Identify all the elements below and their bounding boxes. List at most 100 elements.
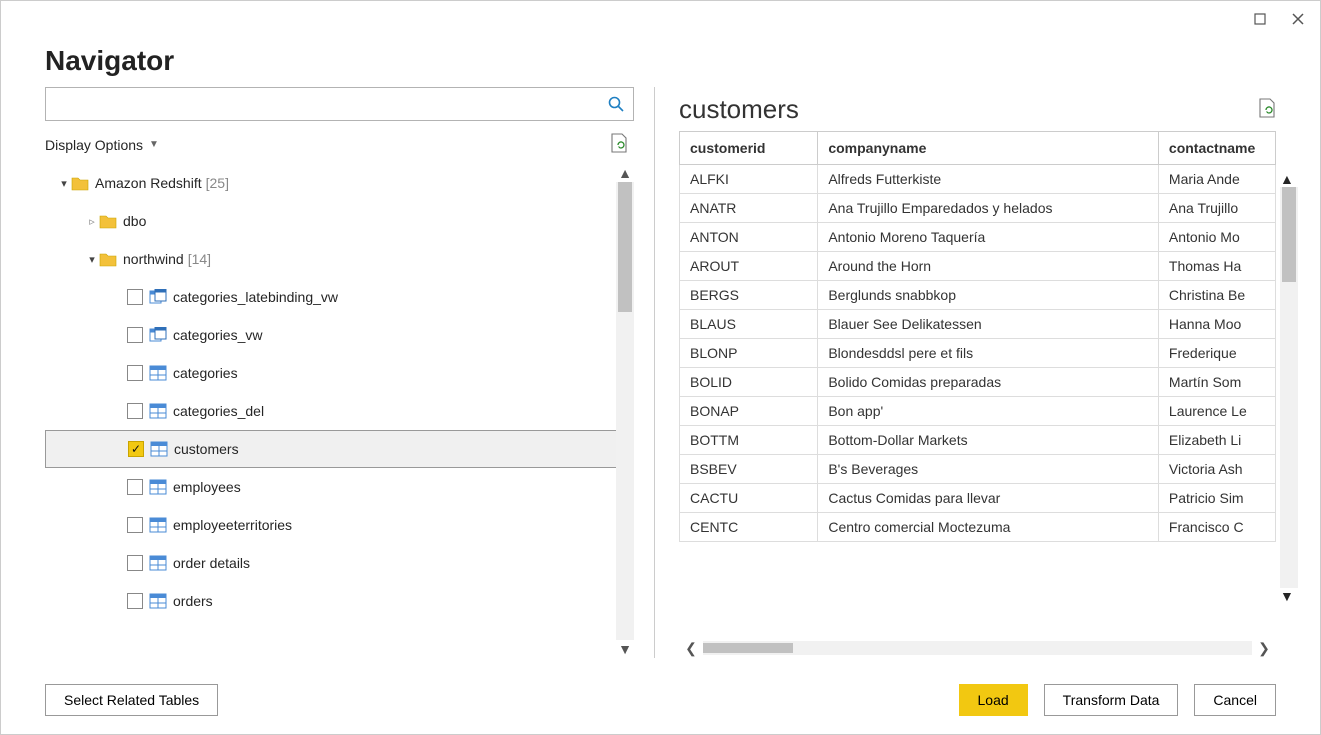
search-icon bbox=[607, 95, 625, 113]
transform-data-button[interactable]: Transform Data bbox=[1044, 684, 1179, 716]
scroll-down-icon[interactable]: ▼ bbox=[1280, 588, 1298, 604]
preview-hscroll[interactable]: ❮ ❯ bbox=[679, 638, 1276, 658]
table-cell: ANATR bbox=[680, 194, 818, 223]
folder-icon bbox=[71, 174, 89, 192]
tree-item-count: [25] bbox=[206, 175, 229, 191]
page-refresh-icon bbox=[610, 133, 628, 153]
checkbox[interactable] bbox=[127, 593, 143, 609]
tree-item-label: dbo bbox=[123, 213, 146, 229]
preview-vscroll[interactable]: ▲ ▼ bbox=[1280, 171, 1298, 604]
preview-pane: customers customeridcompanynamecontactna… bbox=[655, 87, 1276, 658]
table-row[interactable]: ANATRAna Trujillo Emparedados y heladosA… bbox=[680, 194, 1276, 223]
search-button[interactable] bbox=[599, 88, 633, 120]
scroll-up-icon[interactable]: ▲ bbox=[1280, 171, 1298, 187]
restore-button[interactable] bbox=[1250, 9, 1270, 29]
tree-item-northwind[interactable]: ▾northwind [14] bbox=[45, 240, 630, 278]
table-cell: CENTC bbox=[680, 513, 818, 542]
checkbox[interactable] bbox=[127, 289, 143, 305]
cancel-button[interactable]: Cancel bbox=[1194, 684, 1276, 716]
table-cell: Bon app' bbox=[818, 397, 1159, 426]
column-header-contactname[interactable]: contactname bbox=[1158, 132, 1275, 165]
table-row[interactable]: BSBEVB's BeveragesVictoria Ash bbox=[680, 455, 1276, 484]
table-icon bbox=[149, 402, 167, 420]
tree-item-categories_vw[interactable]: categories_vw bbox=[45, 316, 630, 354]
checkbox[interactable] bbox=[127, 479, 143, 495]
column-header-customerid[interactable]: customerid bbox=[680, 132, 818, 165]
tree-item-order-details[interactable]: order details bbox=[45, 544, 630, 582]
scroll-right-icon[interactable]: ❯ bbox=[1252, 640, 1276, 657]
tree-item-employeeterritories[interactable]: employeeterritories bbox=[45, 506, 630, 544]
tree-item-label: northwind bbox=[123, 251, 184, 267]
table-row[interactable]: BONAPBon app'Laurence Le bbox=[680, 397, 1276, 426]
view-icon bbox=[149, 288, 167, 306]
table-cell: Antonio Mo bbox=[1158, 223, 1275, 252]
tree-item-categories_del[interactable]: categories_del bbox=[45, 392, 630, 430]
dialog-header: Navigator bbox=[1, 37, 1320, 87]
table-row[interactable]: BLAUSBlauer See DelikatessenHanna Moo bbox=[680, 310, 1276, 339]
table-cell: Around the Horn bbox=[818, 252, 1159, 281]
table-icon bbox=[150, 440, 168, 458]
object-tree[interactable]: ▾Amazon Redshift [25]▹dbo▾northwind [14]… bbox=[45, 164, 634, 658]
scroll-up-icon[interactable]: ▲ bbox=[616, 164, 634, 182]
table-row[interactable]: BOTTMBottom-Dollar MarketsElizabeth Li bbox=[680, 426, 1276, 455]
scroll-track[interactable] bbox=[616, 182, 634, 640]
checkbox[interactable] bbox=[127, 327, 143, 343]
tree-item-label: categories_latebinding_vw bbox=[173, 289, 338, 305]
table-cell: BLAUS bbox=[680, 310, 818, 339]
tree-item-customers[interactable]: customers bbox=[45, 430, 630, 468]
checkbox[interactable] bbox=[128, 441, 144, 457]
table-cell: Francisco C bbox=[1158, 513, 1275, 542]
table-row[interactable]: ALFKIAlfreds FutterkisteMaria Ande bbox=[680, 165, 1276, 194]
table-row[interactable]: BOLIDBolido Comidas preparadasMartín Som bbox=[680, 368, 1276, 397]
table-row[interactable]: BLONPBlondesddsl pere et filsFrederique bbox=[680, 339, 1276, 368]
tree-item-employees[interactable]: employees bbox=[45, 468, 630, 506]
close-button[interactable] bbox=[1288, 9, 1308, 29]
refresh-preview-button[interactable] bbox=[1258, 98, 1276, 121]
display-options-dropdown[interactable]: Display Options ▼ bbox=[45, 137, 159, 153]
checkbox[interactable] bbox=[127, 365, 143, 381]
refresh-tree-button[interactable] bbox=[610, 133, 628, 156]
table-cell: Hanna Moo bbox=[1158, 310, 1275, 339]
preview-title: customers bbox=[679, 94, 799, 125]
tree-item-orders[interactable]: orders bbox=[45, 582, 630, 620]
scroll-thumb[interactable] bbox=[618, 182, 632, 312]
table-row[interactable]: BERGSBerglunds snabbkopChristina Be bbox=[680, 281, 1276, 310]
load-button[interactable]: Load bbox=[959, 684, 1028, 716]
scroll-track[interactable] bbox=[1280, 187, 1298, 588]
select-related-tables-button[interactable]: Select Related Tables bbox=[45, 684, 218, 716]
table-row[interactable]: CENTCCentro comercial MoctezumaFrancisco… bbox=[680, 513, 1276, 542]
column-header-companyname[interactable]: companyname bbox=[818, 132, 1159, 165]
tree-item-categories_latebinding_vw[interactable]: categories_latebinding_vw bbox=[45, 278, 630, 316]
tree-item-label: employees bbox=[173, 479, 241, 495]
tree-item-Amazon-Redshift[interactable]: ▾ Amazon Redshift [25] bbox=[45, 164, 630, 202]
checkbox[interactable] bbox=[127, 555, 143, 571]
expand-toggle-icon[interactable]: ▾ bbox=[85, 253, 99, 266]
checkbox[interactable] bbox=[127, 517, 143, 533]
preview-table: customeridcompanynamecontactname ALFKIAl… bbox=[679, 131, 1276, 542]
table-row[interactable]: ANTONAntonio Moreno TaqueríaAntonio Mo bbox=[680, 223, 1276, 252]
table-cell: Patricio Sim bbox=[1158, 484, 1275, 513]
tree-item-label: Amazon Redshift bbox=[95, 175, 202, 191]
table-cell: Antonio Moreno Taquería bbox=[818, 223, 1159, 252]
tree-item-label: categories bbox=[173, 365, 238, 381]
scroll-thumb[interactable] bbox=[1282, 187, 1296, 282]
search-input[interactable] bbox=[46, 88, 599, 120]
search-box[interactable] bbox=[45, 87, 634, 121]
scroll-left-icon[interactable]: ❮ bbox=[679, 640, 703, 657]
tree-scrollbar[interactable]: ▲ ▼ bbox=[616, 164, 634, 658]
table-cell: Bottom-Dollar Markets bbox=[818, 426, 1159, 455]
scroll-down-icon[interactable]: ▼ bbox=[616, 640, 634, 658]
navigator-left-pane: Display Options ▼ ▾ Amazon Redshift [25] ▹… bbox=[45, 87, 655, 658]
expand-toggle-icon[interactable]: ▾ bbox=[57, 177, 71, 190]
scroll-thumb[interactable] bbox=[703, 643, 793, 653]
expand-toggle-icon[interactable]: ▹ bbox=[85, 215, 99, 228]
checkbox[interactable] bbox=[127, 403, 143, 419]
table-icon bbox=[149, 516, 167, 534]
table-cell: Maria Ande bbox=[1158, 165, 1275, 194]
table-row[interactable]: CACTUCactus Comidas para llevarPatricio … bbox=[680, 484, 1276, 513]
table-cell: BONAP bbox=[680, 397, 818, 426]
tree-item-categories[interactable]: categories bbox=[45, 354, 630, 392]
tree-item-dbo[interactable]: ▹ dbo bbox=[45, 202, 630, 240]
scroll-track[interactable] bbox=[703, 641, 1252, 655]
table-row[interactable]: AROUTAround the HornThomas Ha bbox=[680, 252, 1276, 281]
